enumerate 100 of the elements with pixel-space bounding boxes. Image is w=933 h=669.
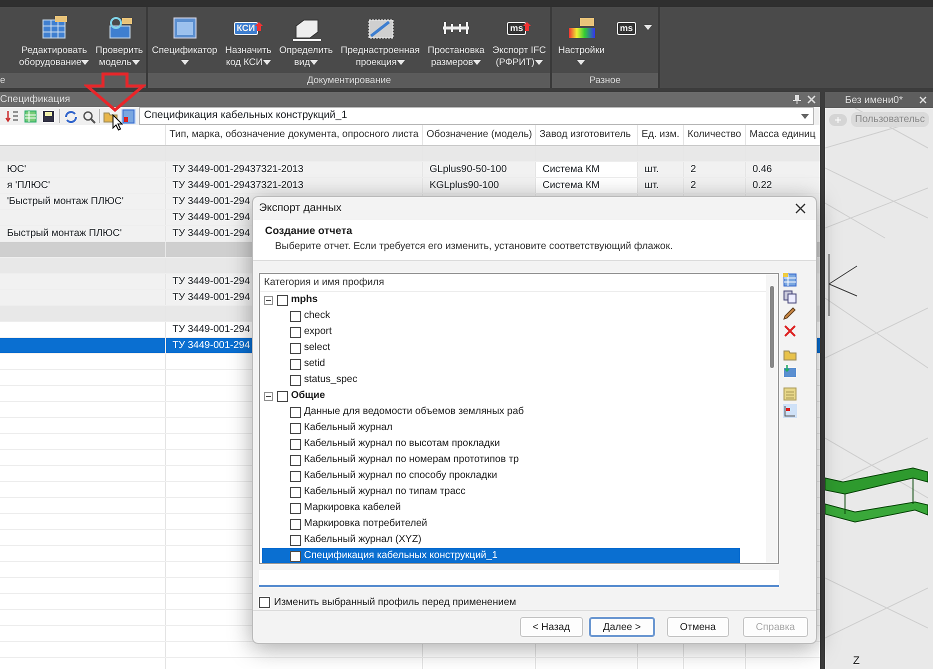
checkbox[interactable] xyxy=(277,390,288,402)
tree-group-label[interactable]: Общие xyxy=(288,388,328,404)
group-label: Документирование xyxy=(306,75,392,86)
crosshair-drawing xyxy=(828,254,858,316)
table-cell: Система КМ xyxy=(535,161,637,177)
column-header[interactable]: Количество xyxy=(683,125,745,145)
tree-item[interactable]: Данные для ведомости объемов земляных раб xyxy=(301,404,527,420)
report-icon[interactable] xyxy=(121,108,136,124)
checkbox[interactable] xyxy=(290,486,301,498)
table-cell: ЮС' xyxy=(0,161,165,177)
checkbox[interactable] xyxy=(290,326,301,338)
table-cell: шт. xyxy=(637,177,683,193)
table-cell: шт. xyxy=(637,161,683,177)
axis-label: Z xyxy=(853,654,860,668)
checkbox[interactable] xyxy=(290,454,301,466)
tree-item[interactable]: Маркировка потребителей xyxy=(301,516,430,532)
checkbox[interactable] xyxy=(290,518,301,530)
table-icon[interactable] xyxy=(783,273,797,288)
close-icon[interactable] xyxy=(795,202,806,214)
profile-dropdown[interactable]: Спецификация кабельных конструкций_1 xyxy=(139,107,814,125)
pin-icon[interactable] xyxy=(793,95,801,104)
ribbon-button[interactable]: ms Экспорт IFC (РФРИТ) xyxy=(489,11,549,69)
tree-item[interactable]: status_spec xyxy=(301,372,360,388)
chart-icon[interactable] xyxy=(783,404,797,418)
section-heading: Создание отчета xyxy=(265,224,354,239)
ribbon-button[interactable]: Редактировать оборудование xyxy=(16,11,92,69)
table-cell: 2 xyxy=(683,177,745,193)
ribbon-button[interactable]: Спецификатор xyxy=(148,11,220,69)
table-cell: Быстрый монтаж ПЛЮС' xyxy=(0,225,165,241)
checkbox[interactable] xyxy=(290,502,301,514)
checkbox[interactable] xyxy=(259,597,270,608)
collapse-icon[interactable] xyxy=(264,392,273,401)
cursor-icon xyxy=(112,114,123,131)
checkbox[interactable] xyxy=(290,310,301,322)
column-header: Категория и имя профиля xyxy=(260,274,766,292)
tree-item[interactable]: Кабельный журнал (XYZ) xyxy=(301,532,424,548)
delete-icon[interactable] xyxy=(783,324,797,338)
tree-item[interactable]: Кабельный журнал по способу прокладки xyxy=(301,468,500,484)
checkbox[interactable] xyxy=(290,470,301,482)
column-header[interactable]: Тип, марка, обозначение документа, опросного листа xyxy=(165,125,422,145)
collapse-icon[interactable] xyxy=(264,296,273,305)
checkbox[interactable] xyxy=(290,358,301,370)
refresh-icon[interactable] xyxy=(63,108,78,124)
search-icon[interactable] xyxy=(81,108,96,124)
input-field[interactable] xyxy=(259,570,779,588)
tree-item[interactable]: Кабельный журнал по высотам прокладки xyxy=(301,436,503,452)
ribbon-button[interactable]: Проверить модель xyxy=(92,11,146,69)
table-cell: ТУ 3449-001-29437321-2013 xyxy=(165,161,422,177)
column-header[interactable]: Ед. изм. xyxy=(637,125,683,145)
ruler-icon xyxy=(442,21,470,35)
column-header[interactable]: Обозначение (модель) xyxy=(422,125,535,145)
copy-icon[interactable] xyxy=(783,290,797,304)
panel-title: Спецификация xyxy=(0,93,72,107)
table-cell: Система КМ xyxy=(535,177,637,193)
group-label: Разное xyxy=(589,75,621,86)
tree-item[interactable]: Кабельный журнал по типам трасс xyxy=(301,484,469,500)
checkbox[interactable] xyxy=(290,422,301,434)
caret-icon xyxy=(801,114,809,118)
tree-item[interactable]: Спецификация кабельных конструкций_1 xyxy=(301,548,501,564)
column-header[interactable]: Завод изготовитель xyxy=(535,125,637,145)
column-header[interactable]: Масса единиц xyxy=(745,125,820,145)
document-tab[interactable]: Без имени0* xyxy=(825,92,933,108)
ribbon-button[interactable]: Определить вид xyxy=(276,11,336,69)
dialog-button[interactable]: < Назад xyxy=(520,617,583,638)
dialog-button[interactable]: Отмена xyxy=(666,617,729,638)
arrow-annotation xyxy=(84,72,146,112)
table-cell: KGLplus90-100 xyxy=(422,177,535,193)
ms-icon: ms xyxy=(616,22,636,34)
tree-item[interactable]: Маркировка кабелей xyxy=(301,500,404,516)
checkbox[interactable] xyxy=(290,534,301,546)
tree-item[interactable]: Кабельный журнал по номерам прототипов тр xyxy=(301,452,522,468)
dialog-button[interactable]: Далее > xyxy=(588,617,655,638)
ribbon-button[interactable]: Настройки xyxy=(555,11,608,69)
scrollbar-thumb[interactable] xyxy=(770,286,774,368)
checkbox[interactable] xyxy=(290,406,301,418)
sort-icon[interactable] xyxy=(5,108,20,124)
ribbon-button[interactable]: КСИ Назначить код КСИ xyxy=(222,11,274,69)
tree-item[interactable]: setid xyxy=(301,356,328,372)
tree-item[interactable]: Кабельный журнал xyxy=(301,420,396,436)
group-label: е xyxy=(0,75,6,86)
instruction-text: Выберите отчет. Если требуется его изменить, установите соответствующий флажок. xyxy=(274,240,674,254)
ribbon-button[interactable]: Простановка размеров xyxy=(424,11,488,69)
table-cell: 2 xyxy=(683,161,745,177)
save-icon[interactable] xyxy=(41,108,56,124)
table-cell: я 'ПЛЮС' xyxy=(0,177,165,193)
ribbon-button[interactable]: ms xyxy=(614,11,655,45)
checkbox[interactable] xyxy=(277,294,288,306)
table-cell: 0.46 xyxy=(745,161,820,177)
checkbox[interactable] xyxy=(290,374,301,386)
checkbox[interactable] xyxy=(290,438,301,450)
ribbon-button[interactable]: Преднастроенная проекция xyxy=(338,11,423,69)
table-cell: ТУ 3449-001-29437321-2013 xyxy=(165,177,422,193)
checkbox[interactable] xyxy=(290,342,301,354)
checkbox[interactable] xyxy=(290,550,301,562)
checkbox-label: Изменить выбранный профиль перед применением xyxy=(274,596,516,610)
import-icon[interactable] xyxy=(783,364,797,378)
edit-icon[interactable] xyxy=(783,307,797,322)
table-cell: 'Быстрый монтаж ПЛЮС' xyxy=(0,193,165,209)
table-cell: GLplus90-50-100 xyxy=(422,161,535,177)
table-cell: 0.22 xyxy=(745,177,820,193)
